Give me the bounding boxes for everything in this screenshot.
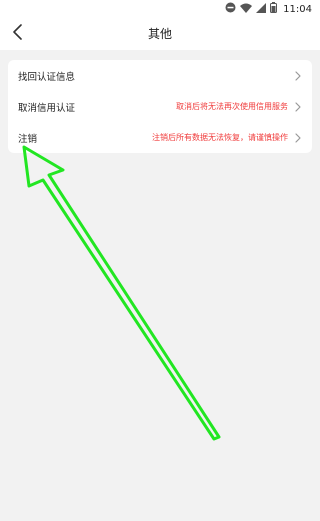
wifi-icon [240,3,253,16]
navigation-bar: 其他 [0,18,320,50]
signal-icon [256,2,267,16]
status-icons: 11:04 [225,2,312,16]
chevron-right-icon [294,101,302,112]
settings-item-label: 找回认证信息 [18,71,76,83]
settings-item-cancel-account[interactable]: 注销 注销后所有数据无法恢复，请谨慎操作 [8,122,312,153]
status-time: 11:04 [283,3,312,15]
settings-item-cancel-credit-verification[interactable]: 取消信用认证 取消后将无法再次使用信用服务 [8,91,312,122]
settings-item-label: 取消信用认证 [18,102,76,114]
settings-item-label: 注销 [18,133,38,145]
chevron-right-icon [294,132,302,143]
settings-list: 找回认证信息 取消信用认证 取消后将无法再次使用信用服务 注销 注销后所有数据无… [8,60,312,153]
other-settings-page: 11:04 其他 找回认证信息 取消信用认证 取消后将无法再次使用信用服务 注销… [0,0,320,521]
page-title: 其他 [147,27,172,41]
settings-item-recover-verification[interactable]: 找回认证信息 [8,60,312,91]
battery-icon [270,2,278,16]
do-not-disturb-icon [225,2,236,16]
status-bar: 11:04 [0,0,320,18]
chevron-right-icon [294,70,302,81]
settings-item-hint: 注销后所有数据无法恢复，请谨慎操作 [152,133,288,142]
settings-item-hint: 取消后将无法再次使用信用服务 [176,102,288,111]
